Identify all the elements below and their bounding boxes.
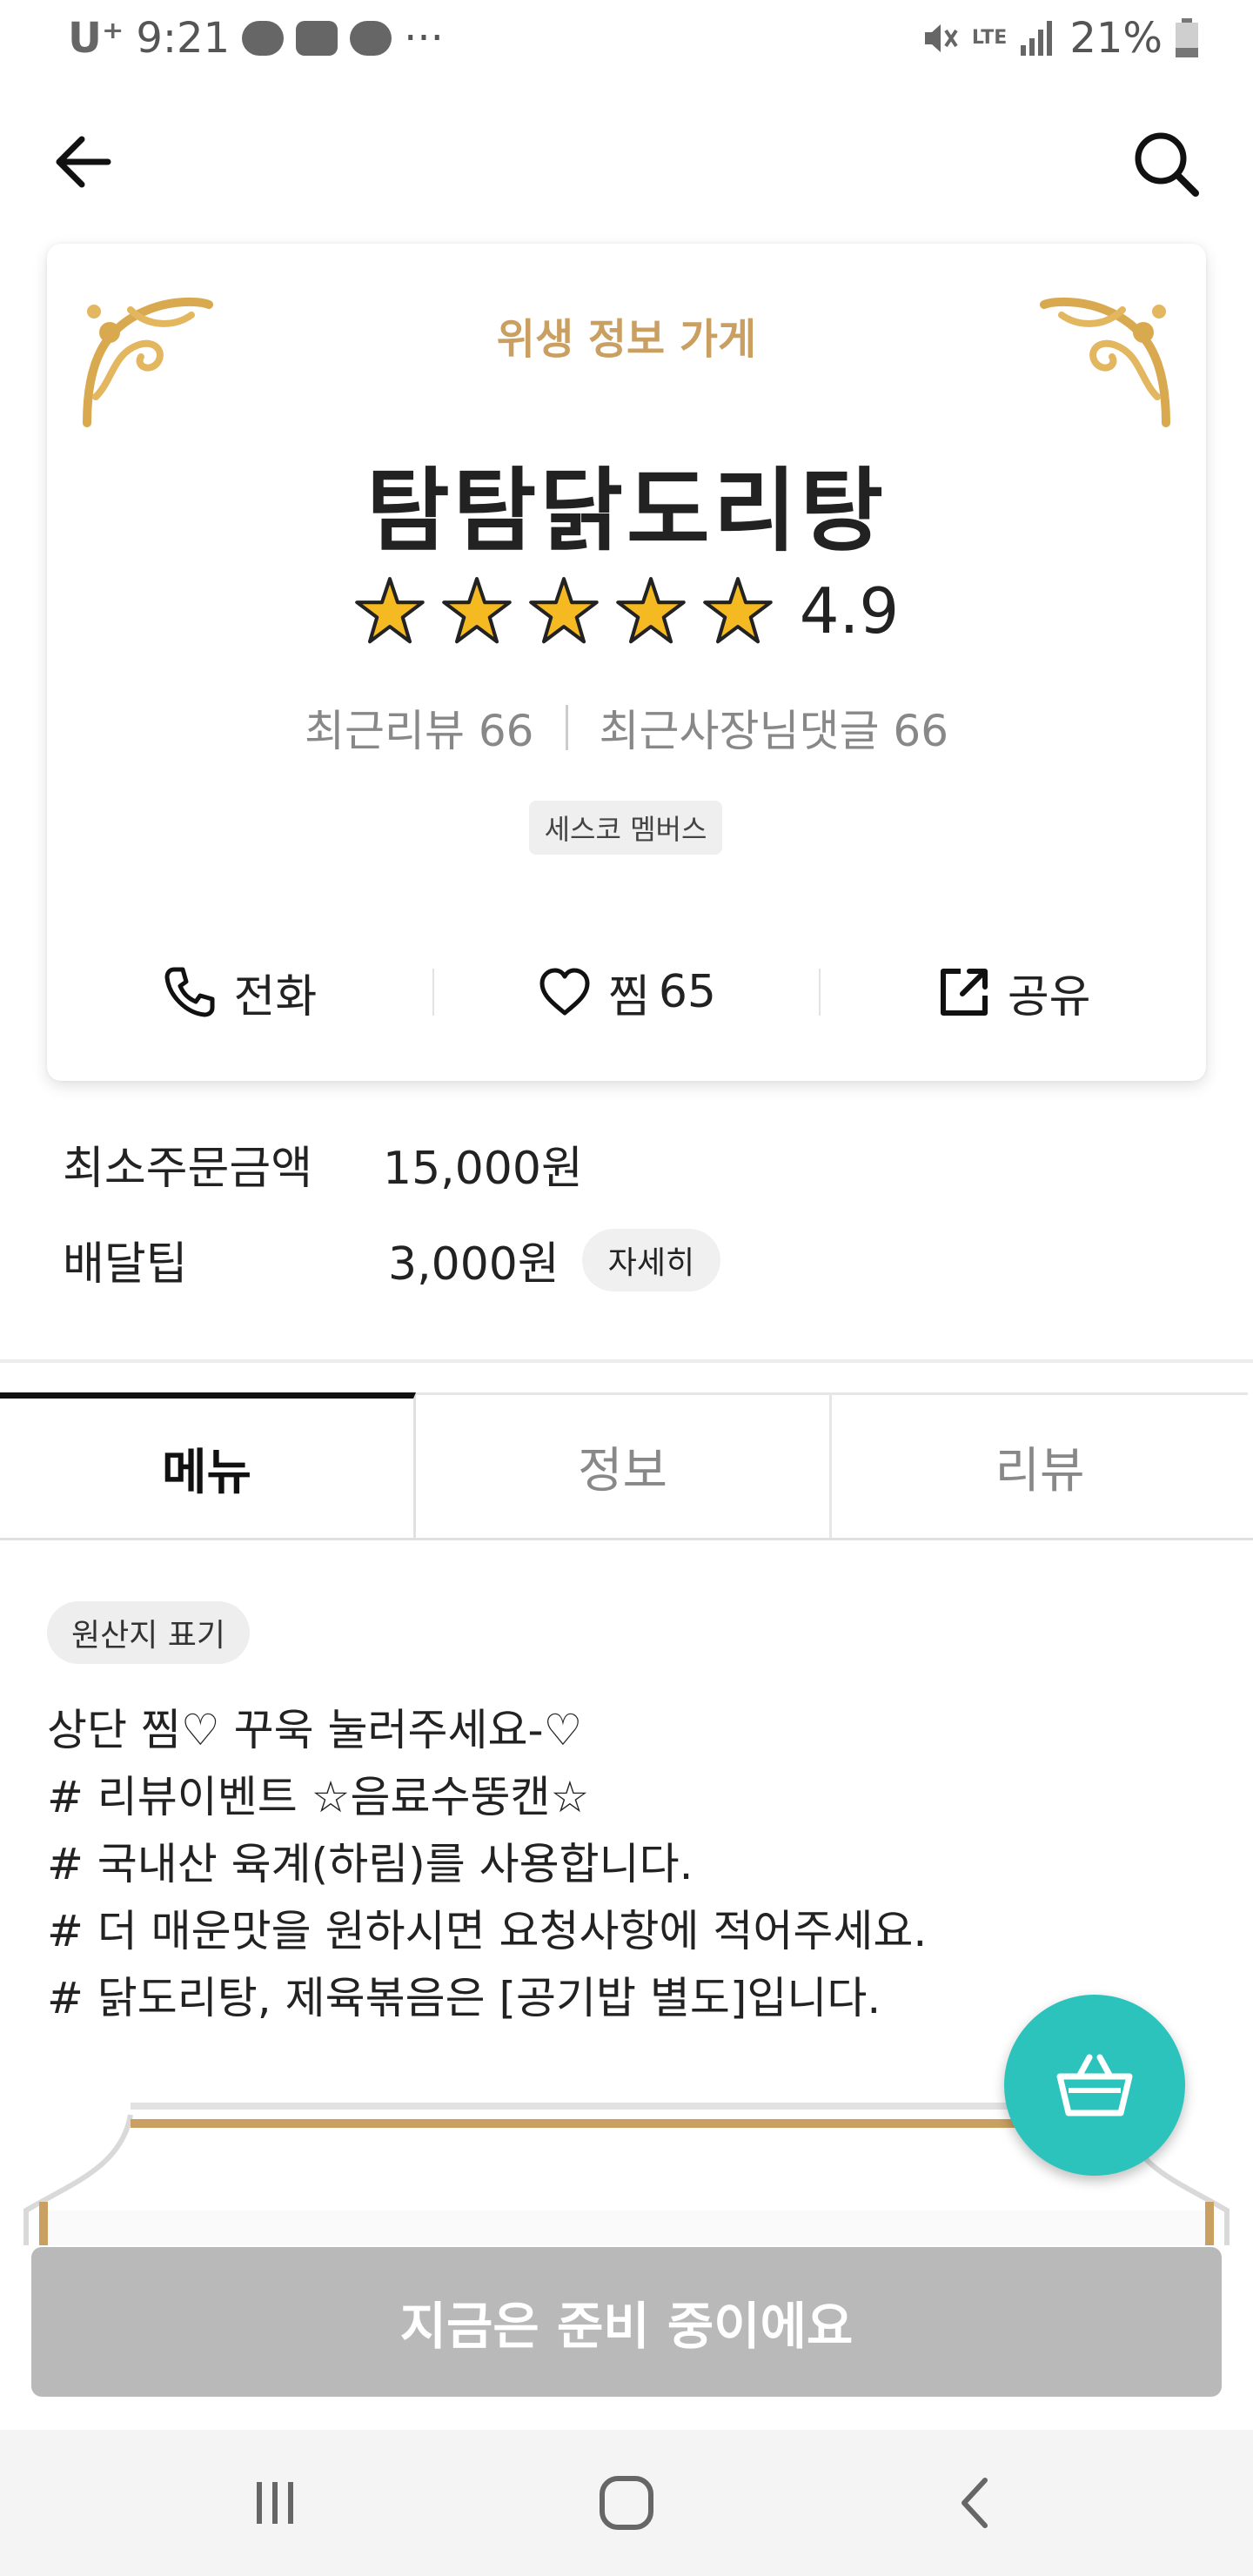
cart-button[interactable]	[1004, 1995, 1185, 2176]
battery-icon	[1176, 18, 1198, 57]
status-right: LTE 21%	[920, 14, 1199, 63]
review-divider	[565, 705, 568, 750]
youtube-notification-icon	[296, 21, 338, 56]
basket-icon	[1056, 2054, 1133, 2116]
recent-reviews-link[interactable]: 최근리뷰 66	[305, 696, 534, 759]
min-order-value: 15,000원	[383, 1143, 583, 1195]
store-actions: 전화 찜 65 공유	[47, 940, 1206, 1044]
tab-menu[interactable]: 메뉴	[0, 1392, 416, 1538]
star-icon	[528, 577, 599, 644]
signal-icon	[1021, 21, 1053, 56]
call-label: 전화	[233, 970, 318, 1023]
search-button[interactable]	[1128, 125, 1206, 204]
network-type: LTE	[971, 27, 1008, 49]
talk-notification-icon	[242, 21, 285, 56]
preparing-status-bar[interactable]: 지금은 준비 중이에요	[31, 2247, 1222, 2397]
like-label: 찜	[608, 970, 650, 1023]
share-icon	[940, 969, 988, 1016]
section-divider	[0, 1359, 1253, 1363]
home-icon[interactable]	[592, 2468, 661, 2538]
store-name: 탐탐닭도리탕	[365, 458, 888, 564]
notice-line: # 국내산 육계(하림)를 사용합니다.	[47, 1839, 694, 1889]
app-header	[0, 104, 1253, 218]
review-counts: 최근리뷰 66 최근사장님댓글 66	[47, 696, 1206, 759]
min-order-row: 최소주문금액 15,000원	[63, 1131, 583, 1197]
battery-percent: 21%	[1069, 14, 1163, 63]
delivery-tip-detail-button[interactable]: 자세히	[581, 1228, 721, 1291]
notice-line: 상단 찜♡ 꾸욱 눌러주세요-♡	[47, 1705, 583, 1755]
system-back-icon[interactable]	[941, 2468, 1011, 2538]
mute-icon	[924, 24, 958, 52]
arrow-left-icon	[56, 136, 111, 188]
store-card: 위생 정보 가게 탐탐닭도리탕 4.9 최근리뷰 66 최근사장님댓글 66 세…	[47, 244, 1206, 1081]
delivery-tip-row: 배달팁 3,000원 자세히	[63, 1227, 721, 1292]
phone-icon	[164, 967, 215, 1017]
share-label: 공유	[1007, 970, 1091, 1023]
status-left: U⁺ 9:21 ···	[68, 14, 444, 63]
hygiene-label: 위생 정보 가게	[496, 315, 757, 364]
rating-row: 4.9	[47, 574, 1206, 647]
cesco-member-badge: 세스코 멤버스	[529, 801, 722, 855]
cloud-notification-icon	[350, 21, 392, 56]
delivery-tip-label: 배달팁	[63, 1238, 188, 1291]
back-button[interactable]	[47, 127, 125, 197]
origin-info-button[interactable]: 원산지 표기	[47, 1601, 251, 1664]
delivery-tip-value: 3,000원	[388, 1238, 559, 1291]
tab-info[interactable]: 정보	[416, 1392, 832, 1538]
min-order-label: 최소주문금액	[63, 1143, 313, 1195]
star-icon	[615, 577, 686, 644]
rating-value: 4.9	[799, 574, 900, 647]
recent-apps-icon[interactable]	[240, 2468, 310, 2538]
star-icon	[441, 577, 512, 644]
system-nav-bar	[0, 2430, 1253, 2576]
more-notifications-icon: ···	[404, 14, 444, 63]
share-button[interactable]: 공유	[821, 960, 1206, 1025]
call-button[interactable]: 전화	[47, 960, 432, 1025]
owner-replies-link[interactable]: 최근사장님댓글 66	[600, 696, 949, 759]
status-bar: U⁺ 9:21 ··· LTE 21%	[0, 0, 1253, 78]
search-icon	[1135, 132, 1199, 197]
store-notice: 상단 찜♡ 꾸욱 눌러주세요-♡ # 리뷰이벤트 ☆음료수뚱캔☆ # 국내산 육…	[47, 1697, 1091, 2032]
star-icon	[702, 577, 773, 644]
notice-line: # 더 매운맛을 원하시면 요청사항에 적어주세요.	[47, 1906, 928, 1956]
notice-line: # 닭도리탕, 제육볶음은 [공기밥 별도]입니다.	[47, 1973, 881, 2023]
star-icon	[354, 577, 425, 644]
tab-reviews[interactable]: 리뷰	[832, 1392, 1248, 1538]
notice-line: # 리뷰이벤트 ☆음료수뚱캔☆	[47, 1772, 590, 1822]
like-button[interactable]: 찜 65	[434, 960, 820, 1025]
like-count: 65	[658, 966, 717, 1018]
status-time: 9:21	[136, 14, 231, 63]
carrier-label: U⁺	[68, 14, 124, 63]
heart-icon	[539, 968, 590, 1016]
store-tabs: 메뉴 정보 리뷰	[0, 1392, 1253, 1540]
